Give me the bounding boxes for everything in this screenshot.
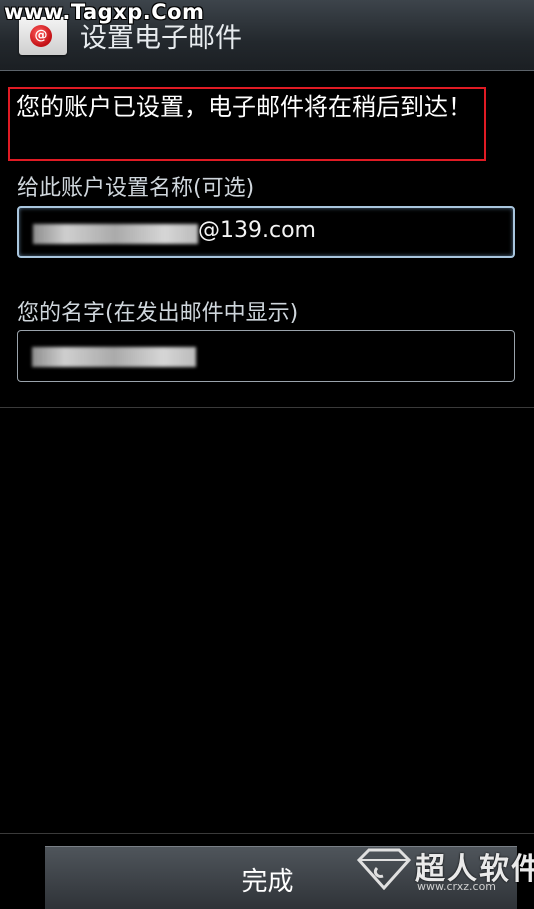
section-divider: [0, 407, 534, 408]
site-watermark: www.Tagxp.Com: [4, 0, 205, 24]
notice-message: 您的账户已设置，电子邮件将在稍后到达！: [16, 93, 472, 121]
your-name-field[interactable]: [17, 330, 515, 382]
brand-watermark: 超人软件 www.crxz.com: [355, 844, 534, 894]
diamond-logo-icon: [356, 848, 412, 890]
account-name-field[interactable]: @139.com: [17, 206, 515, 258]
your-name-label: 您的名字(在发出邮件中显示): [17, 301, 299, 326]
redacted-text: [33, 224, 198, 244]
account-name-value: @139.com: [198, 218, 316, 243]
redacted-text: [32, 347, 196, 367]
account-name-label: 给此账户设置名称(可选): [17, 176, 255, 201]
footer-divider: [0, 833, 534, 834]
brand-url: www.crxz.com: [417, 880, 497, 893]
